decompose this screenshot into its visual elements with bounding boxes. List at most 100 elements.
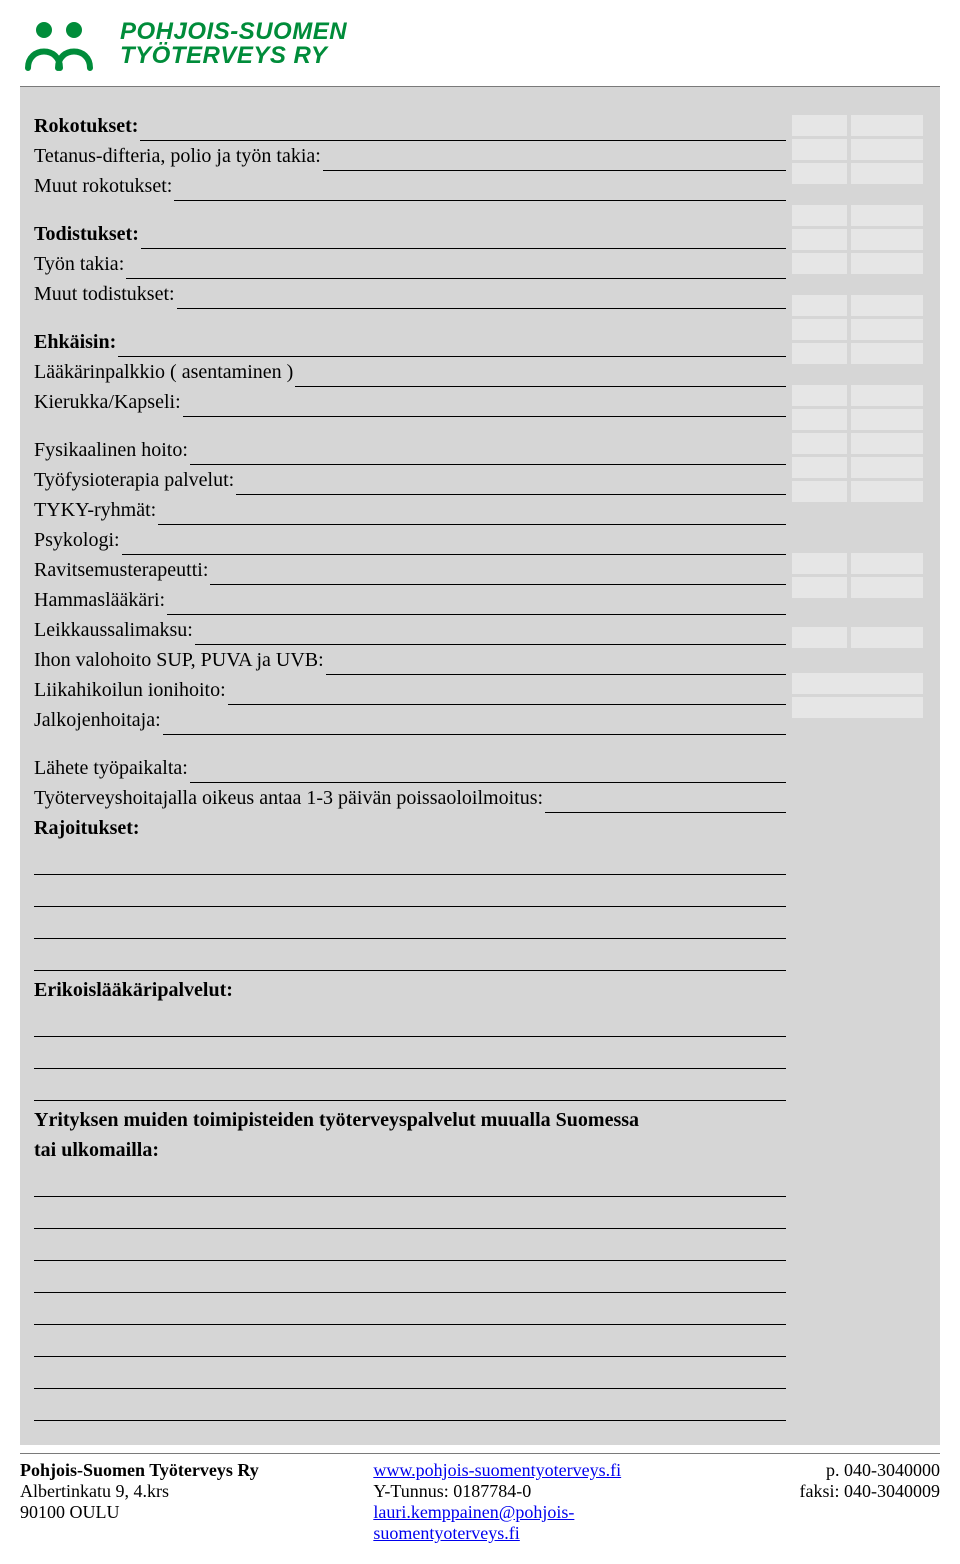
table-cell[interactable] — [851, 163, 923, 184]
table-cell[interactable] — [851, 627, 923, 648]
blank-line[interactable] — [158, 504, 786, 525]
rajoitukset-title: Rajoitukset: — [34, 817, 140, 839]
table-cell[interactable] — [792, 115, 847, 136]
table-cell[interactable] — [792, 385, 847, 406]
table-cell[interactable] — [792, 139, 847, 160]
blank-line[interactable] — [210, 564, 786, 585]
lahete-line1: Lähete työpaikalta: — [34, 753, 188, 783]
table-cell[interactable] — [792, 295, 847, 316]
form-left-column: Rokotukset: Tetanus-difteria, polio ja t… — [34, 111, 792, 1421]
blank-line[interactable] — [34, 1325, 786, 1357]
footer-company: Pohjois-Suomen Työterveys Ry — [20, 1460, 303, 1481]
table-cell[interactable] — [792, 163, 847, 184]
footer-addr1: Albertinkatu 9, 4.krs — [20, 1481, 303, 1502]
fys-item-5: Hammaslääkäri: — [34, 585, 165, 615]
form-area: Rokotukset: Tetanus-difteria, polio ja t… — [20, 87, 940, 1445]
table-cell[interactable] — [792, 409, 847, 430]
table-cell[interactable] — [792, 553, 847, 574]
form-right-column — [792, 111, 940, 1421]
table-cell[interactable] — [851, 295, 923, 316]
blank-line[interactable] — [126, 258, 786, 279]
table-cell[interactable] — [851, 319, 923, 340]
table-cell[interactable] — [792, 253, 847, 274]
table-cell[interactable] — [851, 481, 923, 502]
blank-line[interactable] — [34, 1229, 786, 1261]
blank-line[interactable] — [295, 366, 786, 387]
fys-item-7: Ihon valohoito SUP, PUVA ja UVB: — [34, 645, 324, 675]
blank-line[interactable] — [34, 875, 786, 907]
blank-line[interactable] — [34, 1197, 786, 1229]
erikois-title: Erikoislääkäripalvelut: — [34, 979, 233, 1001]
rokotukset-title: Rokotukset: — [34, 111, 138, 141]
table-cell[interactable] — [851, 577, 923, 598]
table-cell[interactable] — [792, 673, 923, 694]
blank-line[interactable] — [190, 444, 786, 465]
table-cell[interactable] — [851, 409, 923, 430]
blank-line[interactable] — [34, 907, 786, 939]
blank-line[interactable] — [167, 594, 786, 615]
blank-line[interactable] — [183, 396, 786, 417]
blank-line[interactable] — [34, 1293, 786, 1325]
blank-line[interactable] — [140, 120, 786, 141]
fys-item-6: Leikkaussalimaksu: — [34, 615, 193, 645]
table-cell[interactable] — [851, 385, 923, 406]
blank-line[interactable] — [122, 534, 786, 555]
footer-fax: faksi: 040-3040009 — [657, 1481, 940, 1502]
blank-line[interactable] — [326, 654, 786, 675]
table-cell[interactable] — [851, 553, 923, 574]
blank-line[interactable] — [236, 474, 786, 495]
footer-email-link[interactable]: lauri.kemppainen@pohjois-suomentyotervey… — [373, 1502, 574, 1543]
table-cell[interactable] — [792, 433, 847, 454]
blank-line[interactable] — [34, 939, 786, 971]
table-cell[interactable] — [792, 627, 847, 648]
table-cell[interactable] — [851, 253, 923, 274]
header: POHJOIS-SUOMEN TYÖTERVEYS RY — [0, 0, 960, 80]
todistukset-item-0: Työn takia: — [34, 249, 124, 279]
table-cell[interactable] — [851, 433, 923, 454]
fys-item-4: Ravitsemusterapeutti: — [34, 555, 208, 585]
ehkaisin-title: Ehkäisin: — [34, 327, 116, 357]
blank-line[interactable] — [34, 1165, 786, 1197]
lahete-line2: Työterveyshoitajalla oikeus antaa 1-3 pä… — [34, 783, 543, 813]
table-cell[interactable] — [851, 229, 923, 250]
blank-line[interactable] — [177, 288, 786, 309]
fys-item-9: Jalkojenhoitaja: — [34, 705, 161, 735]
blank-line[interactable] — [34, 1005, 786, 1037]
table-cell[interactable] — [792, 697, 923, 718]
blank-line[interactable] — [34, 1357, 786, 1389]
table-cell[interactable] — [792, 481, 847, 502]
blank-line[interactable] — [34, 1389, 786, 1421]
blank-line[interactable] — [34, 1069, 786, 1101]
footer-web-link[interactable]: www.pohjois-suomentyoterveys.fi — [373, 1460, 621, 1480]
footer: Pohjois-Suomen Työterveys Ry Albertinkat… — [20, 1456, 940, 1544]
yrityksen-l1: Yrityksen muiden toimipisteiden työterve… — [34, 1109, 639, 1131]
ehkaisin-item-0: Lääkärinpalkkio ( asentaminen ) — [34, 357, 293, 387]
rokotukset-item-1: Muut rokotukset: — [34, 171, 172, 201]
table-cell[interactable] — [851, 115, 923, 136]
blank-line[interactable] — [323, 150, 786, 171]
table-cell[interactable] — [792, 577, 847, 598]
blank-line[interactable] — [34, 1037, 786, 1069]
table-cell[interactable] — [792, 229, 847, 250]
ehkaisin-item-1: Kierukka/Kapseli: — [34, 387, 181, 417]
blank-line[interactable] — [174, 180, 786, 201]
footer-phone: p. 040-3040000 — [657, 1460, 940, 1481]
blank-line[interactable] — [163, 714, 786, 735]
blank-line[interactable] — [228, 684, 786, 705]
blank-line[interactable] — [545, 792, 786, 813]
blank-line[interactable] — [141, 228, 786, 249]
table-cell[interactable] — [851, 139, 923, 160]
table-cell[interactable] — [792, 319, 847, 340]
todistukset-title: Todistukset: — [34, 219, 139, 249]
blank-line[interactable] — [34, 843, 786, 875]
blank-line[interactable] — [195, 624, 786, 645]
table-cell[interactable] — [851, 205, 923, 226]
table-cell[interactable] — [792, 343, 847, 364]
table-cell[interactable] — [792, 457, 847, 478]
blank-line[interactable] — [118, 336, 786, 357]
blank-line[interactable] — [190, 762, 786, 783]
blank-line[interactable] — [34, 1261, 786, 1293]
table-cell[interactable] — [792, 205, 847, 226]
table-cell[interactable] — [851, 457, 923, 478]
table-cell[interactable] — [851, 343, 923, 364]
